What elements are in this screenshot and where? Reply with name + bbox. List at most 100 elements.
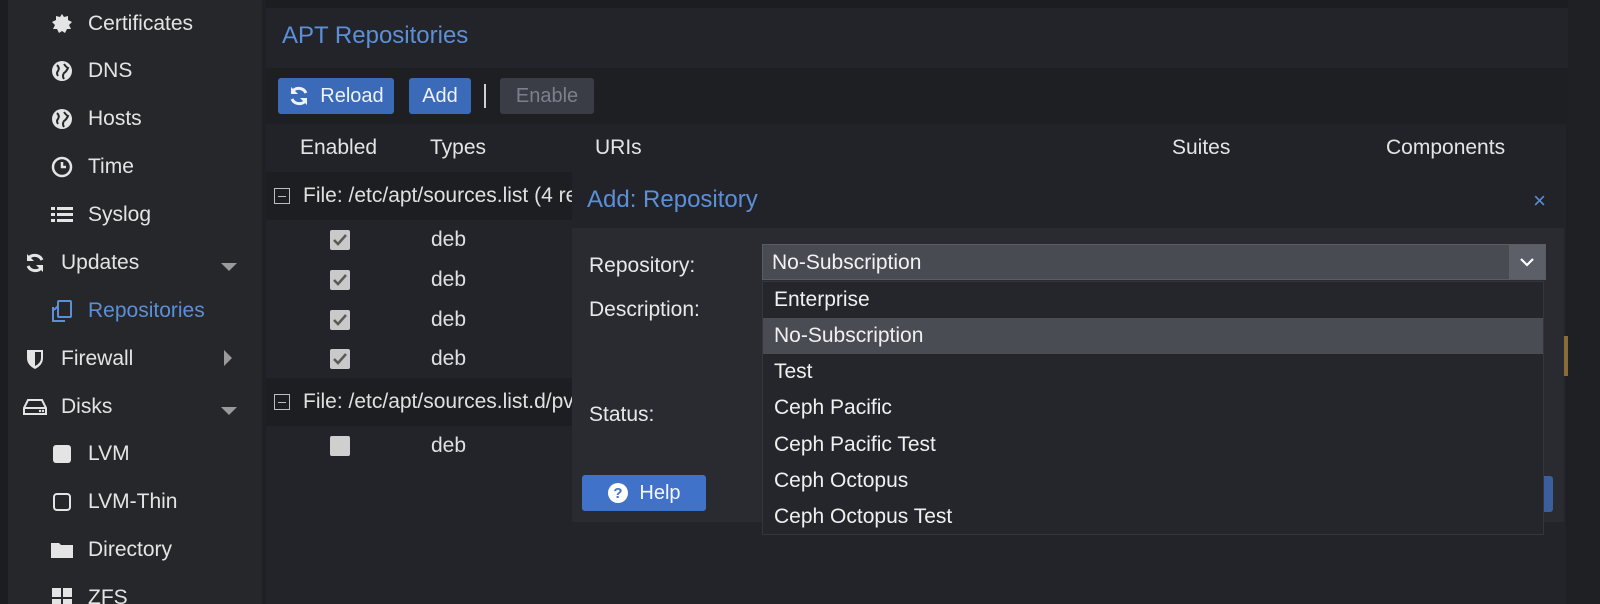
sidebar-item-label: Syslog [88,203,152,226]
grid-header: Enabled Types URIs Suites Components [266,124,1566,172]
sidebar-item-label: Directory [88,538,173,561]
sidebar-item-label: Repositories [88,299,205,322]
sidebar-item-label: Certificates [88,12,194,35]
option-ceph-octopus[interactable]: Ceph Octopus [763,463,1543,499]
toolbar-separator [484,84,486,108]
sidebar-item-label: ZFS [88,586,128,604]
sidebar-item-syslog[interactable]: Syslog [8,191,262,239]
hdd-icon [23,395,47,419]
sidebar-item-label: Time [88,155,134,178]
collapse-icon[interactable] [274,188,290,204]
sidebar-item-repositories[interactable]: Repositories [8,287,262,335]
files-icon [50,299,74,323]
repository-label: Repository: [589,254,696,277]
top-strip [266,0,1600,8]
certificate-icon [50,12,74,36]
sidebar-item-updates[interactable]: Updates [8,239,262,287]
collapse-icon[interactable] [274,394,290,410]
sidebar-item-label: Disks [61,395,113,418]
sidebar-item-dns[interactable]: DNS [8,47,262,95]
table-row[interactable]: deb [266,260,586,300]
sidebar-item-disks[interactable]: Disks [8,383,262,431]
list-icon [50,203,74,227]
sidebar-item-hosts[interactable]: Hosts [8,95,262,143]
sidebar: Certificates DNS Hosts Time Syslog Updat… [0,0,262,604]
checkbox-checked-icon[interactable] [330,349,350,369]
sidebar-item-label: Firewall [61,347,134,370]
status-label: Status: [589,403,655,426]
sidebar-item-certificates[interactable]: Certificates [8,0,262,48]
sidebar-item-directory[interactable]: Directory [8,526,262,574]
type-cell: deb [431,268,467,291]
dialog-title: Add: Repository [587,186,758,213]
column-suites[interactable]: Suites [1172,136,1230,160]
refresh-icon [288,85,310,107]
add-button[interactable]: Add [409,78,471,114]
group-row-sources-list-d[interactable]: File: /etc/apt/sources.list.d/pv [266,378,586,426]
description-label: Description: [589,298,700,321]
group-label: File: /etc/apt/sources.list.d/pv [303,390,574,413]
repository-select[interactable]: No-Subscription [762,244,1546,280]
table-row[interactable]: deb [266,426,586,466]
column-enabled[interactable]: Enabled [300,136,377,160]
globe-icon [50,59,74,83]
checkbox-checked-icon[interactable] [330,310,350,330]
table-row[interactable]: deb [266,300,586,340]
sidebar-item-label: DNS [88,59,133,82]
option-no-subscription[interactable]: No-Subscription [763,318,1543,354]
scrollbar[interactable] [1568,0,1600,604]
option-ceph-pacific-test[interactable]: Ceph Pacific Test [763,427,1543,463]
checkbox-checked-icon[interactable] [330,270,350,290]
column-types[interactable]: Types [430,136,486,160]
grid-icon [50,586,74,604]
sidebar-item-lvm-thin[interactable]: LVM-Thin [8,478,262,526]
toolbar: Reload Add Enable [266,68,1566,124]
repository-select-value: No-Subscription [772,251,922,274]
svg-text:?: ? [614,485,623,502]
option-ceph-pacific[interactable]: Ceph Pacific [763,390,1543,426]
close-icon[interactable]: × [1533,188,1546,214]
type-cell: deb [431,434,467,457]
dialog-header: Add: Repository × [572,172,1564,228]
column-components[interactable]: Components [1386,136,1505,160]
square-icon [50,442,74,466]
help-button[interactable]: ? Help [582,475,706,511]
sidebar-item-label: Updates [61,251,140,274]
clock-icon [50,155,74,179]
caret-down-icon[interactable] [220,255,238,279]
option-enterprise[interactable]: Enterprise [763,282,1543,318]
option-test[interactable]: Test [763,354,1543,390]
sidebar-item-zfs[interactable]: ZFS [8,574,262,604]
shield-icon [23,347,47,371]
table-row[interactable]: deb [266,339,586,379]
enable-button[interactable]: Enable [500,78,594,114]
reload-button[interactable]: Reload [278,78,394,114]
question-circle-icon: ? [607,482,629,504]
type-cell: deb [431,228,467,251]
checkbox-unchecked-icon[interactable] [330,436,350,456]
sidebar-item-label: Hosts [88,107,142,130]
group-row-sources-list[interactable]: File: /etc/apt/sources.list (4 re [266,172,586,220]
sidebar-item-label: LVM-Thin [88,490,178,513]
refresh-icon [23,251,47,275]
sidebar-item-label: LVM [88,442,130,465]
group-label: File: /etc/apt/sources.list (4 re [303,184,578,207]
sidebar-item-lvm[interactable]: LVM [8,430,262,478]
repository-dropdown-list: Enterprise No-Subscription Test Ceph Pac… [762,281,1544,535]
sidebar-item-firewall[interactable]: Firewall [8,335,262,383]
globe-icon [50,107,74,131]
type-cell: deb [431,308,467,331]
folder-icon [50,538,74,562]
page-title: APT Repositories [282,22,469,49]
column-uris[interactable]: URIs [595,136,642,160]
caret-right-icon[interactable] [222,349,234,373]
help-label: Help [639,481,681,504]
chevron-down-icon[interactable] [1509,245,1545,279]
checkbox-checked-icon[interactable] [330,230,350,250]
caret-down-icon[interactable] [220,399,238,423]
square-outline-icon [50,490,74,514]
table-row[interactable]: deb [266,220,586,260]
sidebar-item-time[interactable]: Time [8,143,262,191]
reload-label: Reload [320,84,384,107]
option-ceph-octopus-test[interactable]: Ceph Octopus Test [763,499,1543,535]
